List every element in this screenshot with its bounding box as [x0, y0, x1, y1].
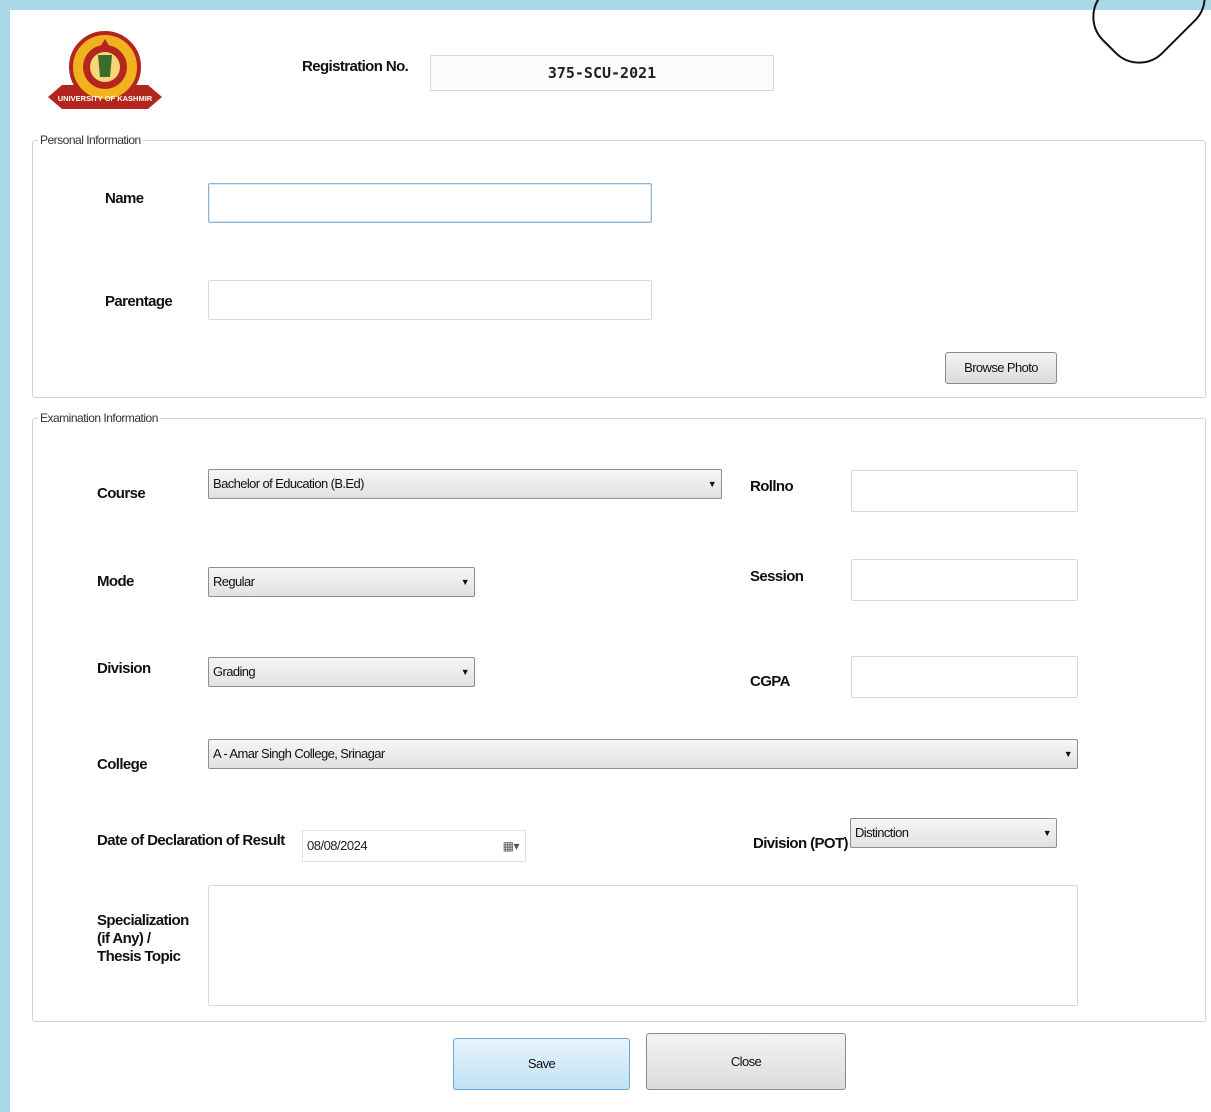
personal-information-legend: Personal Information: [38, 133, 143, 147]
registration-form-window: UNIVERSITY OF KASHMIR Registration No. 3…: [10, 0, 1211, 1112]
mode-select[interactable]: Regular ▼: [208, 567, 475, 597]
close-button[interactable]: Close: [646, 1033, 846, 1090]
examination-information-legend: Examination Information: [38, 411, 160, 425]
specialization-label: Specialization (if Any) / Thesis Topic: [97, 912, 189, 966]
division-pot-select[interactable]: Distinction ▼: [850, 818, 1057, 848]
university-logo: UNIVERSITY OF KASHMIR: [48, 31, 162, 109]
registration-number-field: 375-SCU-2021: [430, 55, 774, 91]
chevron-down-icon: ▼: [1063, 749, 1073, 759]
chevron-down-icon: ▼: [707, 479, 717, 489]
college-select[interactable]: A - Amar Singh College, Srinagar ▼: [208, 739, 1078, 769]
date-of-declaration-value: 08/08/2024: [307, 838, 368, 853]
specialization-textarea[interactable]: [208, 885, 1078, 1006]
save-button[interactable]: Save: [453, 1038, 630, 1090]
division-select-value: Grading: [213, 664, 256, 679]
course-select-value: Bachelor of Education (B.Ed): [213, 476, 364, 491]
division-pot-select-value: Distinction: [855, 825, 909, 840]
parentage-label: Parentage: [105, 293, 173, 310]
browse-photo-button[interactable]: Browse Photo: [945, 352, 1057, 384]
college-label: College: [97, 756, 148, 773]
corner-outline-decoration: [1078, 0, 1211, 78]
logo-text: UNIVERSITY OF KASHMIR: [58, 94, 153, 103]
session-label: Session: [750, 568, 804, 585]
rollno-input[interactable]: [851, 470, 1078, 512]
name-input[interactable]: [208, 183, 652, 223]
cgpa-label: CGPA: [750, 673, 790, 690]
specialization-label-line-3: Thesis Topic: [97, 948, 181, 965]
chevron-down-icon: ▼: [460, 667, 470, 677]
chevron-down-icon: ▼: [460, 577, 470, 587]
cgpa-input[interactable]: [851, 656, 1078, 698]
name-label: Name: [105, 190, 144, 207]
date-of-declaration-picker[interactable]: 08/08/2024 ▦▾: [302, 830, 526, 862]
specialization-label-line-2: (if Any) /: [97, 930, 151, 947]
parentage-input[interactable]: [208, 280, 652, 320]
registration-label: Registration No.: [302, 58, 409, 75]
division-label: Division: [97, 660, 151, 677]
course-label: Course: [97, 485, 146, 502]
college-select-value: A - Amar Singh College, Srinagar: [213, 746, 385, 761]
course-select[interactable]: Bachelor of Education (B.Ed) ▼: [208, 469, 722, 499]
mode-select-value: Regular: [213, 574, 255, 589]
date-of-declaration-label: Date of Declaration of Result: [97, 832, 285, 849]
mode-label: Mode: [97, 573, 134, 590]
calendar-dropdown-icon[interactable]: ▦▾: [503, 831, 520, 861]
division-pot-label: Division (POT): [753, 835, 849, 852]
specialization-label-line-1: Specialization: [97, 912, 189, 929]
rollno-label: Rollno: [750, 478, 794, 495]
chevron-down-icon: ▼: [1042, 828, 1052, 838]
session-input[interactable]: [851, 559, 1078, 601]
division-select[interactable]: Grading ▼: [208, 657, 475, 687]
